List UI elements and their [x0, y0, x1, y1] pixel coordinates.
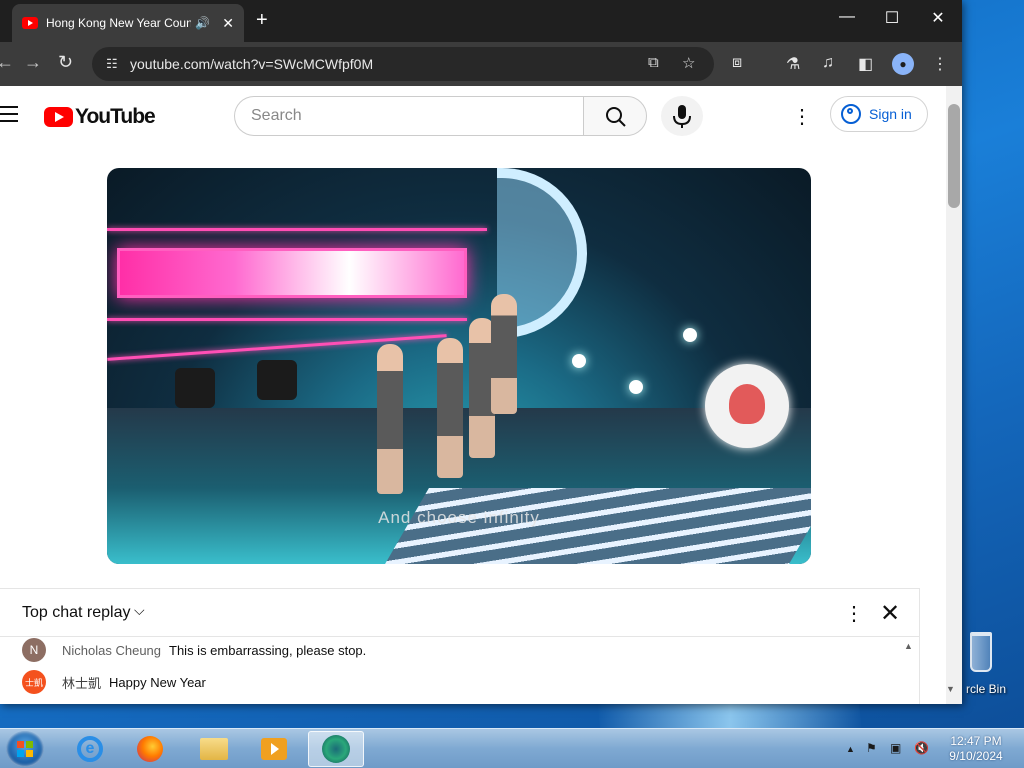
install-app-icon[interactable]: ⧉ — [648, 54, 659, 71]
dancer — [491, 294, 517, 414]
chat-author[interactable]: Nicholas Cheung — [62, 643, 161, 658]
taskbar-chrome[interactable] — [308, 731, 364, 767]
profile-avatar-icon[interactable]: ● — [892, 53, 914, 75]
network-icon[interactable]: ▣ — [890, 741, 901, 755]
address-bar[interactable]: ☷ youtube.com/watch?v=SWcMCWfpf0M ⧉ ☆ — [92, 47, 714, 81]
page-scrollbar-thumb[interactable] — [948, 104, 960, 208]
youtube-play-logo-icon — [44, 107, 73, 127]
show-hidden-icons-arrow[interactable]: ▲ — [846, 744, 855, 754]
search-icon — [606, 107, 626, 127]
video-player[interactable]: And choose infinity — [107, 168, 811, 564]
account-icon — [841, 104, 861, 124]
url-text[interactable]: youtube.com/watch?v=SWcMCWfpf0M — [130, 56, 373, 72]
speaker-icon[interactable]: 🔊 — [195, 16, 210, 30]
chat-more-icon[interactable]: ⋮ — [844, 601, 864, 626]
stage-bulb — [572, 354, 586, 368]
side-panel-icon[interactable]: ◧ — [858, 54, 873, 74]
chat-scroll-up-arrow[interactable]: ▲ — [904, 641, 913, 651]
taskbar-internet-explorer[interactable]: e — [62, 731, 118, 767]
stage-bulb — [683, 328, 697, 342]
taskbar: e ▲ ⚑ ▣ 🔇 12:47 PM 9/10/2024 — [0, 728, 1024, 768]
youtube-header: YouTube ⋮ Sign in — [0, 86, 946, 146]
neon-line — [107, 318, 467, 321]
youtube-favicon-icon — [22, 17, 38, 29]
chat-mode-selector[interactable]: Top chat replay — [22, 604, 131, 622]
youtube-logo-text: YouTube — [75, 105, 156, 128]
extensions-icon[interactable]: ⧈ — [732, 54, 742, 72]
chat-text: This is embarrassing, please stop. — [169, 642, 367, 658]
video-caption: And choose infinity — [378, 508, 540, 527]
voice-search-button[interactable] — [661, 96, 703, 136]
chat-avatar[interactable]: N — [22, 638, 46, 662]
media-player-icon — [261, 738, 287, 760]
labs-icon[interactable]: ⚗ — [786, 54, 800, 74]
recycle-bin[interactable]: rcle Bin — [958, 628, 1024, 698]
search-input[interactable] — [234, 96, 584, 136]
forward-button[interactable]: → — [24, 52, 42, 73]
stage-light — [257, 360, 297, 400]
chat-message: N Nicholas Cheung This is embarrassing, … — [22, 637, 366, 663]
new-tab-button[interactable]: + — [256, 9, 268, 32]
hamburger-menu-icon[interactable] — [0, 106, 18, 122]
stage-bulb — [629, 380, 643, 394]
taskbar-firefox[interactable] — [122, 731, 178, 767]
windows-logo-icon — [17, 741, 33, 757]
sign-in-button[interactable]: Sign in — [830, 96, 928, 132]
start-button[interactable] — [6, 731, 44, 767]
bookmark-star-icon[interactable]: ☆ — [682, 54, 695, 72]
close-window-button[interactable]: ✕ — [926, 8, 950, 28]
clock-date: 9/10/2024 — [949, 749, 1003, 763]
tab-title: Hong Kong New Year Coun — [46, 16, 192, 30]
chat-message: 士凱 林士凱 Happy New Year — [22, 669, 206, 695]
action-center-flag-icon[interactable]: ⚑ — [866, 741, 877, 755]
microphone-icon — [673, 105, 691, 128]
chat-text: Happy New Year — [109, 674, 206, 690]
browser-toolbar: ← → ↻ ☷ youtube.com/watch?v=SWcMCWfpf0M … — [0, 42, 962, 86]
internet-explorer-icon: e — [77, 736, 103, 762]
taskbar-media-player[interactable] — [246, 731, 302, 767]
browser-window: Hong Kong New Year Coun 🔊 ✕ + — ☐ ✕ ← → … — [0, 0, 962, 704]
stage-light — [175, 368, 215, 408]
back-button[interactable]: ← — [0, 52, 14, 73]
maximize-button[interactable]: ☐ — [880, 8, 904, 28]
recycle-bin-icon — [970, 632, 992, 672]
chat-author[interactable]: 林士凱 — [62, 673, 101, 692]
page-scroll-down-arrow[interactable]: ▼ — [946, 684, 955, 694]
tab-strip: Hong Kong New Year Coun 🔊 ✕ + — ☐ ✕ — [0, 0, 962, 42]
folder-icon — [200, 738, 228, 760]
firefox-icon — [137, 736, 163, 762]
site-info-icon[interactable]: ☷ — [106, 56, 122, 72]
chat-close-icon[interactable]: ✕ — [880, 599, 900, 628]
dancer — [377, 344, 403, 494]
settings-more-icon[interactable]: ⋮ — [792, 104, 812, 129]
dancer — [437, 338, 463, 478]
chat-avatar[interactable]: 士凱 — [22, 670, 46, 694]
chat-header: Top chat replay ⌵ ⋮ ✕ — [0, 589, 920, 637]
chevron-down-icon[interactable]: ⌵ — [134, 602, 145, 619]
tab-close-icon[interactable]: ✕ — [222, 15, 234, 32]
reload-button[interactable]: ↻ — [58, 52, 73, 73]
clock-time: 12:47 PM — [950, 734, 1002, 748]
tab-youtube[interactable]: Hong Kong New Year Coun 🔊 ✕ — [12, 4, 244, 42]
volume-muted-icon[interactable]: 🔇 — [914, 741, 929, 755]
neon-line — [107, 228, 487, 231]
taskbar-file-explorer[interactable] — [186, 731, 242, 767]
chat-replay-panel: Top chat replay ⌵ ⋮ ✕ N Nicholas Cheung … — [0, 588, 920, 704]
browser-menu-icon[interactable]: ⋮ — [932, 54, 948, 74]
chrome-icon — [322, 735, 350, 763]
minimize-button[interactable]: — — [835, 8, 859, 26]
neon-sign — [117, 248, 467, 298]
recycle-bin-label: rcle Bin — [966, 682, 1007, 696]
media-controls-icon[interactable]: ♫ — [822, 54, 834, 72]
sign-in-label: Sign in — [869, 106, 912, 122]
youtube-logo[interactable]: YouTube — [44, 105, 156, 129]
search-button[interactable] — [583, 96, 647, 136]
stage-logo-disc — [705, 364, 789, 448]
system-clock[interactable]: 12:47 PM 9/10/2024 — [936, 734, 1016, 764]
